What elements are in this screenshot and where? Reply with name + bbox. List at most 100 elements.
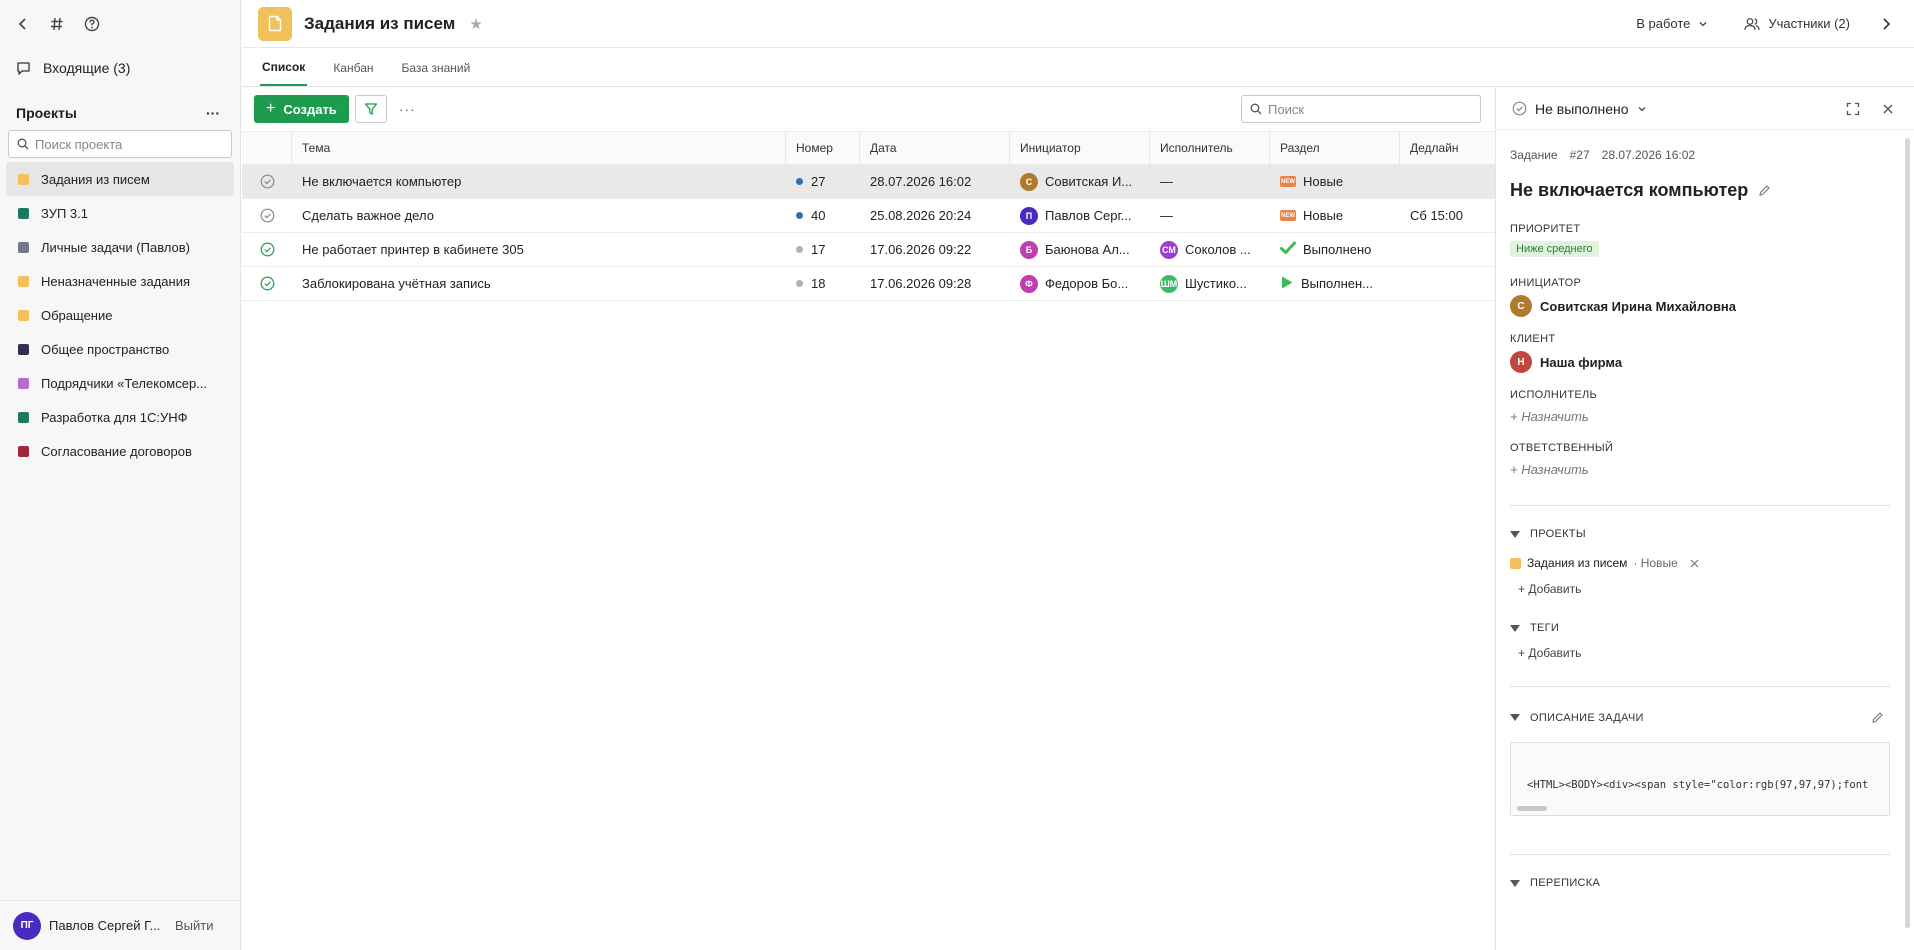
task-title: Не включается компьютер (1510, 180, 1890, 201)
document-icon (268, 15, 282, 32)
plus-icon: + (266, 100, 276, 117)
panel-scrollbar[interactable] (1905, 138, 1910, 928)
description-scrollbar[interactable] (1517, 806, 1547, 811)
user-name[interactable]: Павлов Сергей Г... (49, 918, 161, 933)
initiator-avatar: С (1020, 172, 1038, 191)
client-avatar: Н (1510, 351, 1532, 373)
project-search-input[interactable] (35, 136, 225, 152)
task-number: #27 (1569, 148, 1590, 162)
project-name: Подрядчики «Телекомсер... (41, 375, 208, 391)
inbox-link[interactable]: Входящие (3) (0, 48, 240, 88)
tags-section-toggle[interactable]: ТЕГИ (1510, 622, 1890, 634)
filter-button[interactable] (354, 95, 387, 123)
user-footer: ПГ Павлов Сергей Г... Выйти (0, 900, 240, 950)
task-status-icon[interactable] (242, 165, 292, 198)
correspondence-section-toggle[interactable]: ПЕРЕПИСКА (1510, 877, 1890, 889)
remove-icon[interactable] (1690, 559, 1699, 568)
task-status-icon[interactable] (242, 267, 292, 300)
correspondence-section-label: ПЕРЕПИСКА (1530, 877, 1601, 889)
task-date: 17.06.2026 09:22 (870, 242, 972, 257)
tab-list[interactable]: Список (260, 49, 308, 86)
logout-button[interactable]: Выйти (175, 918, 214, 933)
project-color-square (18, 411, 29, 423)
task-state-dropdown[interactable]: Не выполнено (1512, 101, 1647, 117)
create-button[interactable]: + Создать (254, 95, 349, 123)
pencil-icon[interactable] (1758, 184, 1771, 197)
members-button[interactable]: Участники (2) (1744, 16, 1850, 31)
tab-kanban[interactable]: Канбан (331, 49, 375, 86)
column-header-section[interactable]: Раздел (1270, 132, 1400, 164)
assign-executor-link[interactable]: + Назначить (1510, 409, 1890, 424)
add-tag-link[interactable]: + Добавить (1518, 646, 1890, 660)
client-name: Наша фирма (1540, 354, 1623, 370)
project-tag-section: · Новые (1633, 556, 1678, 570)
task-number: 18 (811, 276, 826, 291)
priority-badge[interactable]: Ниже среднего (1510, 241, 1599, 257)
column-header-executor[interactable]: Исполнитель (1150, 132, 1270, 164)
task-subject: Не работает принтер в кабинете 305 (302, 242, 524, 257)
sidebar-project-item[interactable]: Разработка для 1С:УНФ (6, 400, 234, 434)
project-tag-name[interactable]: Задания из писем (1527, 556, 1627, 570)
task-type: Задание (1510, 148, 1558, 162)
table-row[interactable]: Не включается компьютер 27 28.07.2026 16:0… (242, 165, 1495, 199)
task-detail-panel: Не выполнено Задание #27 28.07.2026 16:0… (1495, 88, 1914, 950)
table-row[interactable]: Заблокирована учётная запись 18 17.06.2026… (242, 267, 1495, 301)
description-section-toggle[interactable]: ОПИСАНИЕ ЗАДАЧИ (1510, 711, 1890, 724)
task-state-label: Не выполнено (1535, 100, 1629, 117)
tab-knowledge-base[interactable]: База знаний (400, 49, 473, 86)
column-header-initiator[interactable]: Инициатор (1010, 132, 1150, 164)
sidebar-project-item[interactable]: ЗУП 3.1 (6, 196, 234, 230)
inbox-label: Входящие (3) (43, 60, 131, 76)
sidebar-project-item[interactable]: Неназначенные задания (6, 264, 234, 298)
pencil-icon[interactable] (1871, 711, 1884, 724)
assign-responsible-link[interactable]: + Назначить (1510, 462, 1890, 477)
project-name: Общее пространство (41, 341, 170, 357)
chevron-right-icon[interactable] (1880, 17, 1892, 31)
task-status-icon[interactable] (242, 199, 292, 232)
add-project-link[interactable]: + Добавить (1518, 582, 1890, 596)
project-color-square (18, 309, 29, 321)
sidebar-project-item[interactable]: Подрядчики «Телекомсер... (6, 366, 234, 400)
back-chevron-icon[interactable] (16, 17, 30, 31)
projects-more-button[interactable]: ··· (206, 105, 220, 121)
column-header-number[interactable]: Номер (786, 132, 860, 164)
project-name: Личные задачи (Павлов) (41, 239, 191, 255)
expand-icon[interactable] (1846, 102, 1860, 116)
task-subject: Не включается компьютер (302, 174, 462, 189)
table-row[interactable]: Не работает принтер в кабинете 305 17 17.0… (242, 233, 1495, 267)
initiator-avatar: Б (1020, 240, 1038, 259)
task-initiator: Баюнова Ал... (1045, 242, 1130, 257)
projects-section-toggle[interactable]: ПРОЕКТЫ (1510, 528, 1890, 540)
list-search-input[interactable] (1268, 101, 1468, 117)
sidebar-project-item[interactable]: Согласование договоров (6, 434, 234, 468)
sidebar-project-item[interactable]: Задания из писем (6, 162, 234, 196)
project-color-square (18, 241, 29, 253)
client-person[interactable]: Н Наша фирма (1510, 351, 1890, 373)
close-icon[interactable] (1882, 103, 1894, 115)
chevron-down-icon (1638, 106, 1646, 111)
status-dropdown[interactable]: В работе (1636, 16, 1708, 31)
project-name: Обращение (41, 307, 113, 323)
hash-icon[interactable] (50, 17, 64, 31)
project-name: Согласование договоров (41, 443, 192, 459)
column-header-deadline[interactable]: Дедлайн (1400, 132, 1495, 164)
description-box[interactable]: <HTML><BODY><div><span style="color:rgb(… (1510, 742, 1890, 816)
star-icon[interactable]: ★ (469, 15, 482, 33)
new-badge-icon: NEW (1280, 176, 1296, 187)
task-status-icon[interactable] (242, 233, 292, 266)
number-dot (796, 178, 803, 185)
column-header-date[interactable]: Дата (860, 132, 1010, 164)
task-meta: Задание #27 28.07.2026 16:02 (1510, 148, 1890, 162)
table-row[interactable]: Сделать важное дело 40 25.08.2026 20:24 П Па… (242, 199, 1495, 233)
more-options-icon[interactable]: ··· (399, 101, 416, 117)
sidebar-project-item[interactable]: Общее пространство (6, 332, 234, 366)
task-executor: — (1160, 208, 1173, 223)
initiator-person[interactable]: С Совитская Ирина Михайловна (1510, 295, 1890, 317)
task-number: 27 (811, 174, 826, 189)
column-header-subject[interactable]: Тема (292, 132, 786, 164)
sidebar-project-item[interactable]: Обращение (6, 298, 234, 332)
user-avatar[interactable]: ПГ (13, 911, 41, 940)
help-icon[interactable] (84, 16, 100, 32)
project-color-square (1510, 557, 1521, 569)
sidebar-project-item[interactable]: Личные задачи (Павлов) (6, 230, 234, 264)
